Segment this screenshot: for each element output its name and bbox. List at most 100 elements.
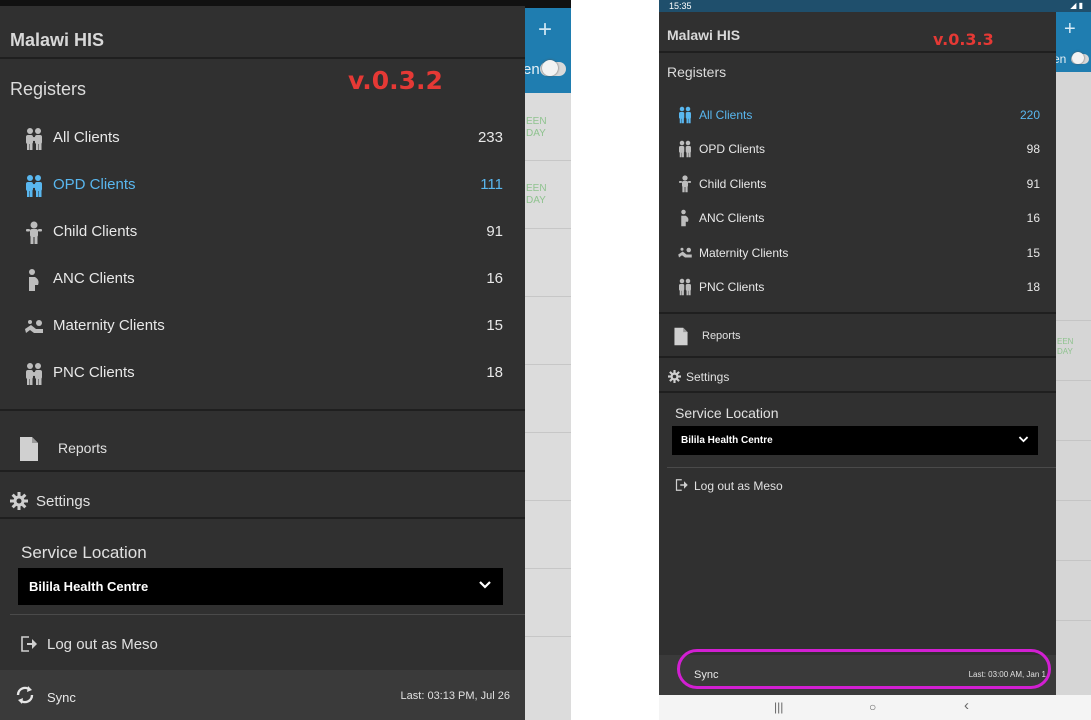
register-count: 15 [486, 317, 503, 334]
background-divider [525, 228, 571, 229]
service-location-value: Bilila Health Centre [29, 579, 149, 594]
register-item-pnc-clients[interactable]: PNC Clients 18 [0, 352, 525, 399]
register-item-all-clients[interactable]: All Clients 220 [659, 98, 1056, 132]
registers-heading: Registers [10, 79, 87, 99]
family-icon [679, 106, 691, 124]
background-divider [1056, 320, 1091, 321]
divider [0, 470, 525, 472]
gear-icon [10, 492, 28, 510]
service-location-label: Service Location [675, 405, 779, 421]
recent-apps-button[interactable]: ||| [774, 700, 783, 714]
register-item-child-clients[interactable]: Child Clients 91 [659, 167, 1056, 201]
divider [0, 57, 525, 59]
register-item-opd-clients[interactable]: OPD Clients 98 [659, 132, 1056, 166]
background-toggle-knob [542, 60, 558, 76]
child-icon [26, 221, 42, 244]
reports-item[interactable]: Reports [659, 320, 1056, 354]
navigation-drawer: Malawi HIS Registers v.0.3.2 All Clients… [0, 6, 525, 720]
navigation-drawer: Malawi HIS v.0.3.3 Registers All Clients… [659, 12, 1056, 695]
child-icon [679, 175, 691, 193]
family-icon [26, 175, 42, 197]
screenshot-v033: 15:35 ◢ ▮ + en EEN DAY Malawi HIS v.0.3.3… [659, 0, 1091, 720]
settings-label: Settings [686, 370, 730, 384]
register-label: Maternity Clients [699, 246, 789, 260]
logout-item[interactable]: Log out as Meso [659, 474, 1056, 498]
register-label: Child Clients [699, 177, 767, 191]
register-count: 91 [486, 223, 503, 240]
register-count: 91 [1026, 177, 1040, 191]
pregnant-icon [29, 269, 39, 291]
sync-icon [16, 686, 34, 704]
background-divider [525, 636, 571, 637]
background-divider [525, 432, 571, 433]
home-button[interactable]: ○ [869, 700, 876, 714]
reports-item[interactable]: Reports [0, 422, 525, 476]
add-icon[interactable]: + [538, 16, 552, 44]
background-divider [1056, 500, 1091, 501]
sync-label: Sync [47, 690, 76, 705]
background-status-text: EEN DAY [526, 116, 547, 139]
service-location-value: Bilila Health Centre [681, 435, 773, 446]
register-label: PNC Clients [53, 364, 135, 381]
family-icon [679, 140, 691, 158]
register-item-pnc-clients[interactable]: PNC Clients 18 [659, 270, 1056, 304]
register-count: 16 [1026, 211, 1040, 225]
service-location-select[interactable]: Bilila Health Centre [672, 426, 1038, 455]
divider [10, 614, 525, 615]
divider [659, 356, 1056, 358]
registers-heading: Registers [667, 64, 727, 80]
add-icon[interactable]: + [1064, 18, 1076, 41]
settings-item[interactable]: Settings [659, 365, 1056, 389]
logout-icon [675, 479, 688, 491]
divider [659, 312, 1056, 314]
register-item-maternity-clients[interactable]: Maternity Clients 15 [0, 305, 525, 352]
register-label: ANC Clients [53, 270, 135, 287]
back-button[interactable]: ‹ [964, 697, 969, 714]
background-divider [525, 568, 571, 569]
register-label: Maternity Clients [53, 317, 165, 334]
logout-icon [21, 636, 37, 652]
reports-label: Reports [58, 440, 108, 456]
logout-item[interactable]: Log out as Meso [0, 628, 525, 662]
logout-label: Log out as Meso [47, 636, 158, 653]
register-count: 16 [486, 270, 503, 287]
app-title: Malawi HIS [10, 30, 105, 50]
document-icon [20, 437, 38, 461]
background-toggle-label: en [523, 61, 540, 78]
register-item-opd-clients[interactable]: OPD Clients 111 [0, 164, 525, 211]
register-item-all-clients[interactable]: All Clients 233 [0, 117, 525, 164]
register-label: OPD Clients [53, 176, 136, 193]
sync-bar[interactable]: Sync Last: 03:13 PM, Jul 26 [0, 670, 525, 720]
settings-item[interactable]: Settings [0, 484, 525, 520]
background-divider [525, 500, 571, 501]
register-item-maternity-clients[interactable]: Maternity Clients 15 [659, 236, 1056, 270]
background-divider [525, 296, 571, 297]
sync-highlight-annotation [677, 649, 1051, 689]
screenshot-v032: + en EEN DAY EEN DAY Malawi HIS Registers … [0, 0, 571, 720]
family-icon [679, 278, 691, 296]
status-bar: 15:35 ◢ ▮ [659, 0, 1091, 12]
register-label: All Clients [699, 108, 753, 122]
background-divider [1056, 620, 1091, 621]
background-status-text: EEN DAY [1057, 337, 1074, 356]
version-annotation: v.0.3.3 [933, 30, 994, 49]
maternity-icon [25, 320, 43, 333]
family-icon [26, 363, 42, 385]
chevron-down-icon [1018, 436, 1029, 443]
register-count: 233 [477, 129, 503, 146]
settings-label: Settings [36, 493, 91, 510]
register-item-child-clients[interactable]: Child Clients 91 [0, 211, 525, 258]
register-item-anc-clients[interactable]: ANC Clients 16 [0, 258, 525, 305]
system-nav-bar: ||| ○ ‹ [659, 695, 1091, 720]
divider [667, 467, 1056, 468]
register-item-anc-clients[interactable]: ANC Clients 16 [659, 201, 1056, 235]
background-divider [1056, 560, 1091, 561]
chevron-down-icon [479, 581, 491, 589]
status-time: 15:35 [669, 1, 692, 11]
service-location-select[interactable]: Bilila Health Centre [18, 568, 503, 605]
register-label: All Clients [53, 129, 120, 146]
register-count: 15 [1026, 246, 1040, 260]
logout-label: Log out as Meso [694, 479, 783, 493]
background-toggle-knob [1072, 52, 1084, 64]
background-divider [525, 364, 571, 365]
